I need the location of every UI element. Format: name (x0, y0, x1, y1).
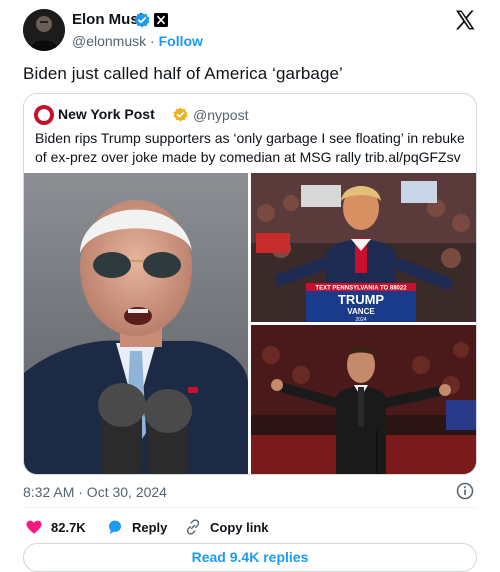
divider (23, 507, 477, 508)
quoted-author-name[interactable]: New York Post (58, 106, 155, 122)
tweet-card: Elon Musk @elonmusk · Follow Biden just … (0, 0, 500, 572)
x-logo-icon[interactable] (453, 8, 477, 32)
read-replies-button[interactable]: Read 9.4K replies (23, 543, 477, 572)
nypost-logo-icon (38, 109, 50, 121)
verified-badge-icon (134, 12, 150, 28)
photo-trump-rally[interactable]: TEXT PENNSYLVANIA TO 88022 TRUMP VANCE 2… (251, 173, 476, 322)
quoted-tweet-text: Biden rips Trump supporters as ‘only gar… (35, 130, 465, 165)
handle-separator: · (146, 33, 159, 49)
follow-button[interactable]: Follow (159, 33, 203, 49)
sign-year-text: 2024 (355, 317, 366, 322)
gold-verified-badge-icon (173, 107, 188, 122)
reply-button[interactable]: Reply (106, 518, 167, 536)
tweet-text: Biden just called half of America ‘garba… (23, 64, 343, 83)
copy-link-button[interactable]: Copy link (184, 518, 269, 536)
quoted-tweet[interactable]: New York Post @nypost Biden rips Trump s… (23, 93, 477, 475)
link-icon (186, 519, 200, 535)
photo-biden-podium[interactable] (24, 173, 248, 474)
like-count: 82.7K (51, 519, 86, 535)
reply-bubble-icon (109, 520, 121, 535)
nypost-avatar[interactable] (34, 105, 54, 125)
author-handle[interactable]: @elonmusk (72, 33, 146, 49)
sign-trump-text: TRUMP (338, 292, 385, 307)
quoted-author-handle[interactable]: @nypost (193, 107, 248, 123)
like-button[interactable]: 82.7K (25, 518, 86, 536)
author-handle-line: @elonmusk · Follow (72, 33, 203, 49)
info-icon[interactable] (456, 482, 474, 500)
heart-icon (26, 520, 42, 534)
reply-label: Reply (132, 519, 168, 535)
sign-banner-text: TEXT PENNSYLVANIA TO 88022 (315, 286, 407, 292)
x-affiliate-badge-icon (154, 13, 168, 27)
sign-vance-text: VANCE (347, 307, 375, 316)
tweet-timestamp[interactable]: 8:32 AM · Oct 30, 2024 (23, 484, 167, 500)
photo-comedian-msg[interactable] (251, 325, 476, 474)
author-avatar[interactable] (23, 9, 65, 51)
copy-link-label: Copy link (210, 519, 269, 535)
